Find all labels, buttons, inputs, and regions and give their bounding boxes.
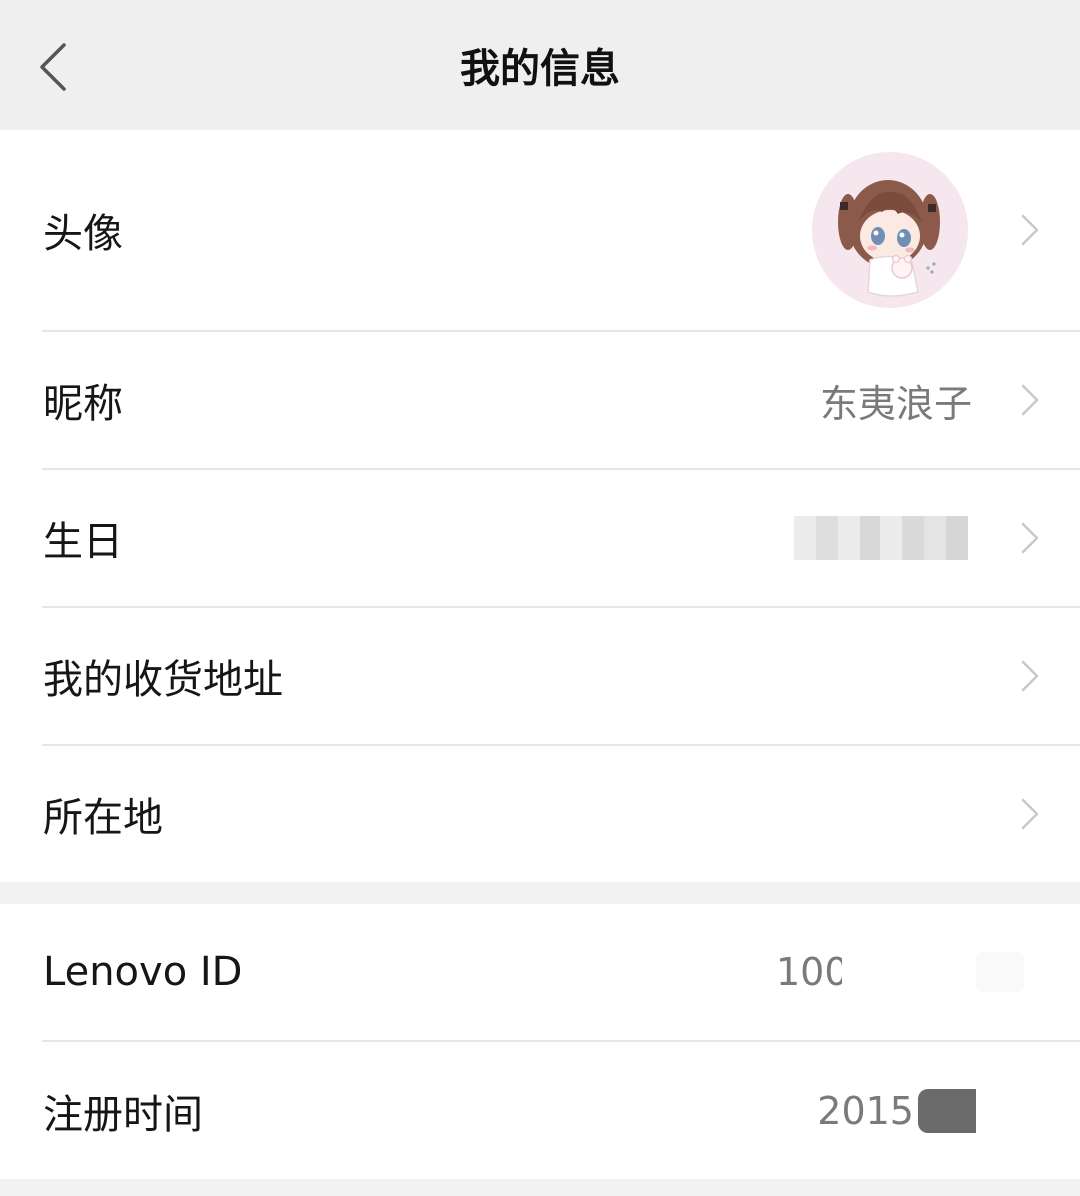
chevron-right-icon [1021, 214, 1039, 246]
birthday-label: 生日 [43, 519, 123, 565]
lenovo-id-value: 100 [776, 950, 842, 994]
nickname-value: 东夷浪子 [819, 381, 972, 426]
chevron-right-icon [1021, 660, 1039, 692]
shipping-address-row[interactable]: 我的收货地址 [0, 608, 1080, 744]
shipping-address-label: 我的收货地址 [43, 657, 283, 703]
avatar-row[interactable]: 头像 [0, 130, 1080, 330]
register-time-row: 注册时间 2015 [0, 1042, 1080, 1179]
location-label: 所在地 [43, 795, 163, 841]
nickname-label: 昵称 [43, 381, 123, 427]
avatar-image [812, 152, 968, 308]
avatar[interactable] [812, 152, 968, 308]
redaction-block [918, 1088, 976, 1133]
page-title: 我的信息 [460, 46, 620, 92]
register-time-value: 2015 [817, 1042, 976, 1179]
chevron-left-icon [40, 43, 66, 91]
back-button[interactable] [30, 35, 90, 105]
chevron-right-icon [1021, 522, 1039, 554]
nickname-row[interactable]: 昵称 东夷浪子 [0, 332, 1080, 468]
register-time-label: 注册时间 [43, 1091, 203, 1138]
register-time-text: 2015 [817, 1088, 914, 1133]
nav-bar: 我的信息 [0, 0, 1080, 130]
avatar-label: 头像 [43, 211, 123, 257]
birthday-row[interactable]: 生日 [0, 470, 1080, 606]
profile-section: 头像 昵称 东夷浪子 生日 我的收货地址 所在地 [0, 130, 1080, 882]
location-row[interactable]: 所在地 [0, 746, 1080, 882]
lenovo-id-label: Lenovo ID [43, 949, 243, 995]
redaction-mask [976, 952, 1024, 992]
account-section: Lenovo ID 100 注册时间 2015 [0, 904, 1080, 1179]
lenovo-id-row: Lenovo ID 100 [0, 904, 1080, 1040]
chevron-right-icon [1021, 384, 1039, 416]
chevron-right-icon [1021, 798, 1039, 830]
